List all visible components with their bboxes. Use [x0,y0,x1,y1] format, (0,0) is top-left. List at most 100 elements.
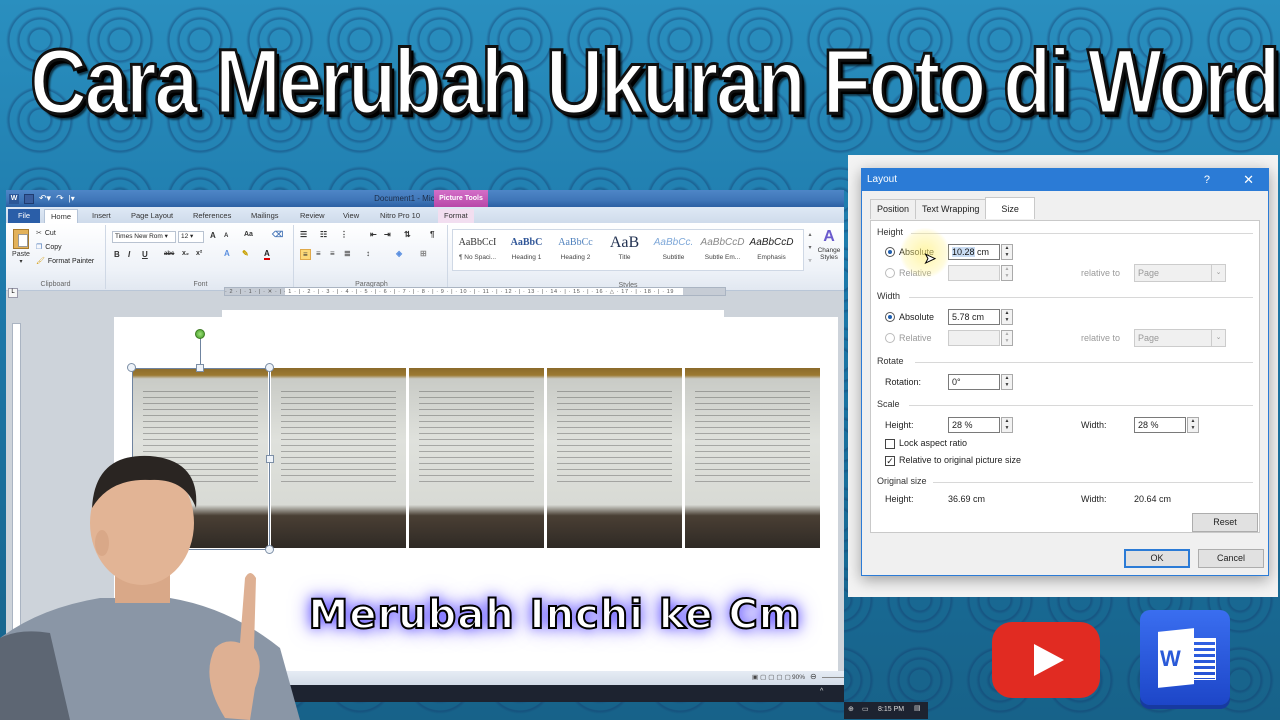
scale-width-spinner[interactable]: ▲ ▼ [1187,417,1199,433]
width-relative-to-select[interactable]: Page ⌄ [1134,329,1226,347]
tab-references[interactable]: References [187,209,237,223]
sort-icon[interactable]: ⇅ [404,230,411,239]
shrink-font-button[interactable]: A [224,233,228,239]
resize-handle-top-right[interactable] [265,363,274,372]
view-buttons[interactable]: ▣▢▢▢▢ [752,673,793,681]
ok-button[interactable]: OK [1124,549,1190,568]
resize-handle-top-left[interactable] [127,363,136,372]
tab-review[interactable]: Review [294,209,331,223]
multilevel-list-icon[interactable]: ⋮ [340,230,348,239]
italic-button[interactable]: I [128,250,130,259]
tab-size[interactable]: Size [985,197,1035,219]
tab-nitro-pro[interactable]: Nitro Pro 10 [374,209,426,223]
tab-file[interactable]: File [8,209,40,223]
style-title[interactable]: AaB Title [600,230,649,270]
increase-indent-icon[interactable]: ⇥ [384,230,391,239]
superscript-button[interactable]: x² [196,250,202,257]
close-button[interactable]: ✕ [1243,169,1254,191]
style-heading-1[interactable]: AaBbC Heading 1 [502,230,551,270]
action-center-icon[interactable]: ▤ [914,704,921,712]
style-subtle-emphasis[interactable]: AaBbCcD Subtle Em... [698,230,747,270]
bullets-icon[interactable]: ☰ [300,230,307,239]
horizontal-ruler[interactable]: · 2 · | · 1 · | · ✕ · | · 1 · | · 2 · | … [224,287,726,296]
font-size-combo[interactable]: 12 ▾ [178,231,204,243]
text-effects-icon[interactable]: A [224,249,230,258]
height-relative-radio[interactable] [885,268,895,278]
cut-button[interactable]: ✂ Cut [36,229,56,238]
rotation-handle[interactable] [195,329,205,339]
show-formatting-button[interactable]: ¶ [430,230,434,239]
styles-scroll[interactable]: ▴ ▾ ▿ [806,229,814,271]
line-spacing-icon[interactable]: ↕ [366,249,370,258]
height-relative-spinner[interactable]: ▲ ▼ [1001,265,1013,281]
highlight-icon[interactable]: ✎ [242,249,249,258]
format-painter-button[interactable]: 🖌 Format Painter [36,257,94,266]
network-icon[interactable]: ⊕ [848,705,854,713]
photo-5[interactable] [684,368,820,548]
help-button[interactable]: ? [1204,169,1210,191]
font-color-icon[interactable]: A [264,249,270,260]
font-name-combo[interactable]: Times New Rom ▾ [112,231,176,243]
tab-selector[interactable]: L [8,288,18,298]
scale-height-spinner[interactable]: ▲ ▼ [1001,417,1013,433]
scale-width-input[interactable]: 28 % [1134,417,1186,433]
rotation-spinner[interactable]: ▲ ▼ [1001,374,1013,390]
style-heading-2[interactable]: AaBbCc Heading 2 [551,230,600,270]
height-absolute-input[interactable]: 10.28 cm [948,244,1000,260]
lock-aspect-ratio-checkbox[interactable] [885,439,895,449]
tab-text-wrapping[interactable]: Text Wrapping [915,199,987,219]
tab-insert[interactable]: Insert [86,209,117,223]
reset-button[interactable]: Reset [1192,513,1258,532]
cancel-button[interactable]: Cancel [1198,549,1264,568]
tab-position[interactable]: Position [870,199,917,219]
photo-3[interactable] [408,368,544,548]
borders-icon[interactable]: ⊞ [420,249,427,258]
height-relative-input[interactable] [948,265,1000,281]
style-emphasis[interactable]: AaBbCcD Emphasis [747,230,796,270]
zoom-slider[interactable] [822,677,844,678]
width-absolute-radio[interactable] [885,312,895,322]
rotation-input[interactable]: 0° [948,374,1000,390]
strikethrough-button[interactable]: abc [164,251,174,257]
tab-mailings[interactable]: Mailings [245,209,285,223]
underline-button[interactable]: U [142,250,148,259]
height-relative-to-select[interactable]: Page ⌄ [1134,264,1226,282]
clear-format-icon[interactable]: ⌫ [272,230,283,239]
height-absolute-spinner[interactable]: ▲ ▼ [1001,244,1013,260]
width-relative-spinner[interactable]: ▲ ▼ [1001,330,1013,346]
width-relative-input[interactable] [948,330,1000,346]
decrease-indent-icon[interactable]: ⇤ [370,230,377,239]
resize-handle-top[interactable] [196,364,204,372]
shading-icon[interactable]: ◈ [396,249,402,258]
paste-button[interactable]: Paste ▾ [9,229,33,265]
width-relative-radio[interactable] [885,333,895,343]
change-case-button[interactable]: Aa [244,231,253,238]
width-absolute-spinner[interactable]: ▲ ▼ [1001,309,1013,325]
tab-home[interactable]: Home [44,209,79,223]
scale-height-input[interactable]: 28 % [948,417,1000,433]
relative-original-size-checkbox[interactable]: ✓ [885,456,895,466]
bold-button[interactable]: B [114,250,120,259]
tab-view[interactable]: View [337,209,365,223]
numbering-icon[interactable]: ☷ [320,230,327,239]
photo-4[interactable] [546,368,682,548]
clock[interactable]: 8:15 PM [878,706,904,713]
tab-page-layout[interactable]: Page Layout [125,209,179,223]
width-absolute-input[interactable]: 5.78 cm [948,309,1000,325]
zoom-level[interactable]: 90% [792,674,805,681]
justify-button[interactable]: ≣ [344,249,351,258]
align-center-button[interactable]: ≡ [316,249,321,258]
align-left-button[interactable]: ≡ [300,249,311,260]
tab-format[interactable]: Format [438,209,474,223]
height-absolute-radio[interactable] [885,247,895,257]
style-subtitle[interactable]: AaBbCc. Subtitle [649,230,698,270]
copy-button[interactable]: ❐ Copy [36,243,62,252]
align-right-button[interactable]: ≡ [330,249,335,258]
tray-chevron-icon[interactable]: ^ [820,688,823,695]
change-styles-button[interactable]: A Change Styles [814,227,844,261]
style-no-spacing[interactable]: AaBbCcI ¶ No Spaci... [453,230,502,270]
grow-font-button[interactable]: A [210,231,216,240]
zoom-out-button[interactable]: ⊖ [810,672,817,681]
battery-icon[interactable]: ▭ [862,705,869,713]
subscript-button[interactable]: x₂ [182,250,189,257]
